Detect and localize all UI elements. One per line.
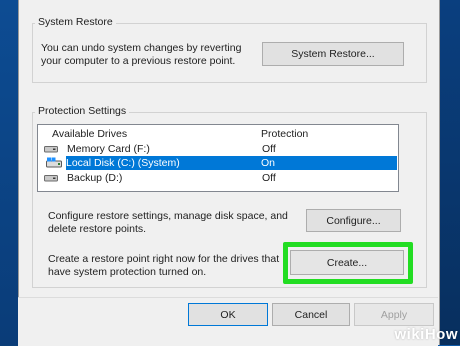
available-drives-list[interactable]: Available Drives Protection Memory Card … <box>37 124 399 192</box>
configure-description-line2: delete restore points. <box>48 223 147 235</box>
drive-protection-status: Off <box>262 143 276 155</box>
system-restore-description-line1: You can undo system changes by reverting <box>41 42 242 54</box>
cancel-button[interactable]: Cancel <box>272 303 350 326</box>
create-button[interactable]: Create... <box>290 250 404 275</box>
system-restore-button[interactable]: System Restore... <box>262 42 404 66</box>
drive-row-local-disk[interactable]: Local Disk (C:) (System) On <box>66 156 397 170</box>
create-description-line1: Create a restore point right now for the… <box>48 253 280 265</box>
system-drive-icon <box>46 157 62 168</box>
protection-settings-group-title: Protection Settings <box>35 105 130 117</box>
list-header: Available Drives Protection <box>38 127 398 141</box>
removable-drive-icon <box>44 146 58 153</box>
drive-row-backup[interactable]: Backup (D:) Off <box>39 171 397 185</box>
column-header-protection[interactable]: Protection <box>261 127 308 141</box>
system-restore-group-title: System Restore <box>35 16 116 28</box>
column-header-drives[interactable]: Available Drives <box>52 127 127 141</box>
drive-protection-status: Off <box>262 172 276 184</box>
hard-drive-icon <box>44 175 58 182</box>
create-description-line2: have system protection turned on. <box>48 266 207 278</box>
configure-button[interactable]: Configure... <box>306 209 401 232</box>
drive-name: Memory Card (F:) <box>67 143 150 155</box>
drive-protection-status: On <box>261 157 276 169</box>
configure-description-line1: Configure restore settings, manage disk … <box>48 210 288 222</box>
wikihow-watermark: wikiHow <box>394 326 458 343</box>
ok-button[interactable]: OK <box>188 303 268 326</box>
drive-row-memory-card[interactable]: Memory Card (F:) Off <box>39 142 397 156</box>
drive-name: Local Disk (C:) (System) <box>66 157 180 169</box>
apply-button[interactable]: Apply <box>354 303 434 326</box>
drive-name: Backup (D:) <box>67 172 123 184</box>
system-restore-description-line2: your computer to a previous restore poin… <box>41 55 236 67</box>
